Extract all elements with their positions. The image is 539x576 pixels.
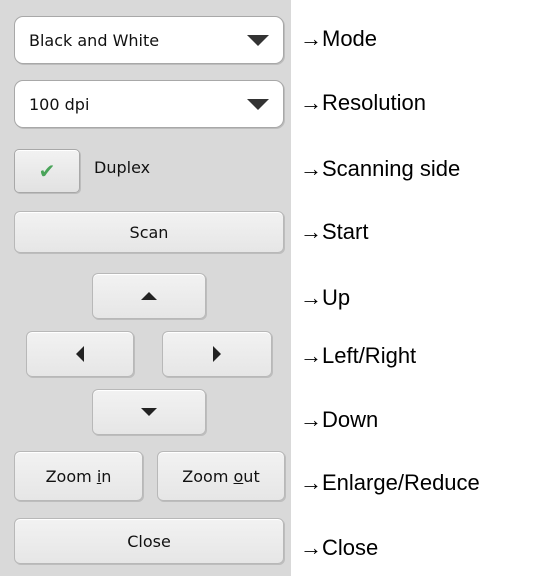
up-arrow-icon [141, 292, 157, 300]
scanner-control-panel: Black and White 100 dpi ✔ Duplex Scan Zo… [0, 0, 291, 576]
chevron-down-icon [247, 99, 269, 110]
zoom-in-label: Zoom in [45, 466, 112, 486]
scan-button[interactable]: Scan [14, 211, 284, 253]
scan-button-label: Scan [129, 222, 169, 242]
right-arrow-icon [213, 346, 221, 362]
annotation-left-right: →Left/Right [300, 343, 417, 368]
mode-dropdown-value: Black and White [29, 30, 160, 50]
down-button[interactable] [92, 389, 206, 435]
resolution-dropdown[interactable]: 100 dpi [14, 80, 284, 128]
annotation-zoom: →Enlarge/Reduce [300, 470, 480, 495]
chevron-down-icon [247, 35, 269, 46]
close-button-label: Close [127, 531, 171, 551]
annotation-up: →Up [300, 285, 351, 310]
checkmark-icon: ✔ [38, 159, 56, 183]
annotation-start: →Start [300, 219, 369, 244]
right-button[interactable] [162, 331, 272, 377]
annotation-side: →Scanning side [300, 156, 461, 181]
annotation-mode: →Mode [300, 26, 378, 51]
annotation-down: →Down [300, 407, 379, 432]
duplex-label: Duplex [94, 158, 151, 177]
up-button[interactable] [92, 273, 206, 319]
left-arrow-icon [76, 346, 84, 362]
mode-dropdown[interactable]: Black and White [14, 16, 284, 64]
duplex-checkbox[interactable]: ✔ [14, 149, 80, 193]
annotation-close: →Close [300, 535, 379, 560]
close-button[interactable]: Close [14, 518, 284, 564]
left-button[interactable] [26, 331, 134, 377]
down-arrow-icon [141, 408, 157, 416]
zoom-in-button[interactable]: Zoom in [14, 451, 143, 501]
zoom-out-label: Zoom out [182, 466, 260, 486]
annotation-resolution: →Resolution [300, 90, 426, 115]
resolution-dropdown-value: 100 dpi [29, 94, 90, 114]
zoom-out-button[interactable]: Zoom out [157, 451, 285, 501]
